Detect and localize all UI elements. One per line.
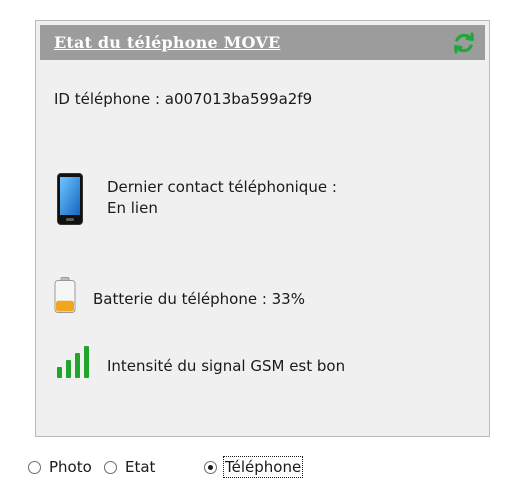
radio-photo-label: Photo (49, 458, 92, 476)
panel-header: Etat du téléphone MOVE (40, 25, 485, 60)
radio-etat[interactable]: Etat (104, 458, 155, 476)
last-contact-status: En lien (107, 199, 158, 217)
battery-level-text: Batterie du téléphone : 33% (93, 290, 305, 308)
radio-telephone-circle[interactable] (204, 460, 217, 474)
panel-title[interactable]: Etat du téléphone MOVE (54, 33, 280, 52)
signal-strength-icon (57, 346, 89, 378)
radio-etat-circle[interactable] (104, 460, 117, 474)
radio-photo-circle[interactable] (28, 460, 41, 474)
radio-telephone[interactable]: Téléphone (204, 456, 304, 478)
radio-etat-label: Etat (125, 458, 156, 476)
radio-telephone-label: Téléphone (222, 456, 304, 478)
radio-photo[interactable]: Photo (28, 458, 92, 476)
phone-status-panel: Etat du téléphone MOVE ID téléphone : a0… (35, 20, 490, 437)
view-mode-radio-group: Photo Etat Téléphone (28, 454, 509, 480)
phone-id-text: ID téléphone : a007013ba599a2f9 (54, 90, 313, 108)
last-contact-text: Dernier contact téléphonique : En lien (107, 177, 337, 219)
last-contact-label: Dernier contact téléphonique : (107, 178, 337, 196)
refresh-icon[interactable] (452, 31, 476, 55)
gsm-signal-text: Intensité du signal GSM est bon (107, 357, 346, 375)
battery-icon (54, 277, 76, 313)
smartphone-icon (57, 173, 83, 225)
